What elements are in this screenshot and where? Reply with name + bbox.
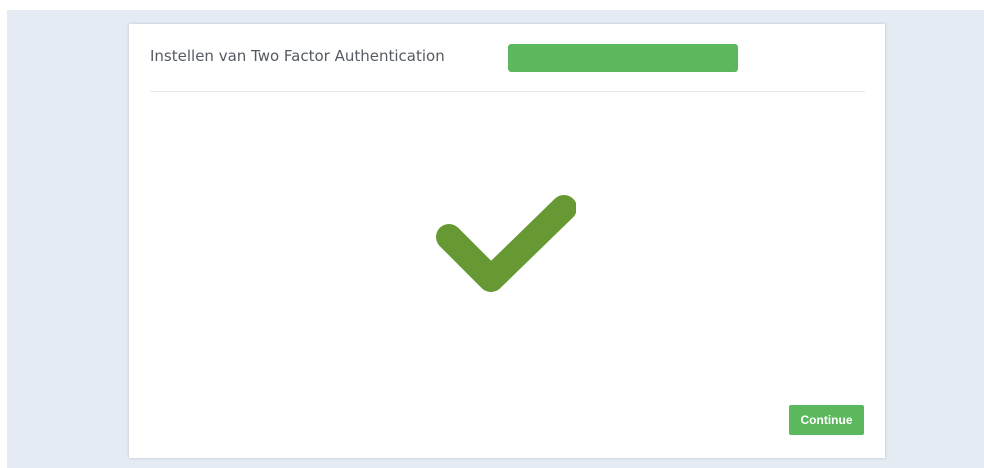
progress-bar [508, 44, 738, 72]
setup-card: Instellen van Two Factor Authentication … [129, 24, 885, 458]
continue-button[interactable]: Continue [789, 405, 864, 435]
divider [150, 91, 865, 92]
page-title: Instellen van Two Factor Authentication [150, 47, 445, 65]
progress-bar-fill [508, 44, 738, 72]
checkmark-icon [436, 195, 576, 292]
